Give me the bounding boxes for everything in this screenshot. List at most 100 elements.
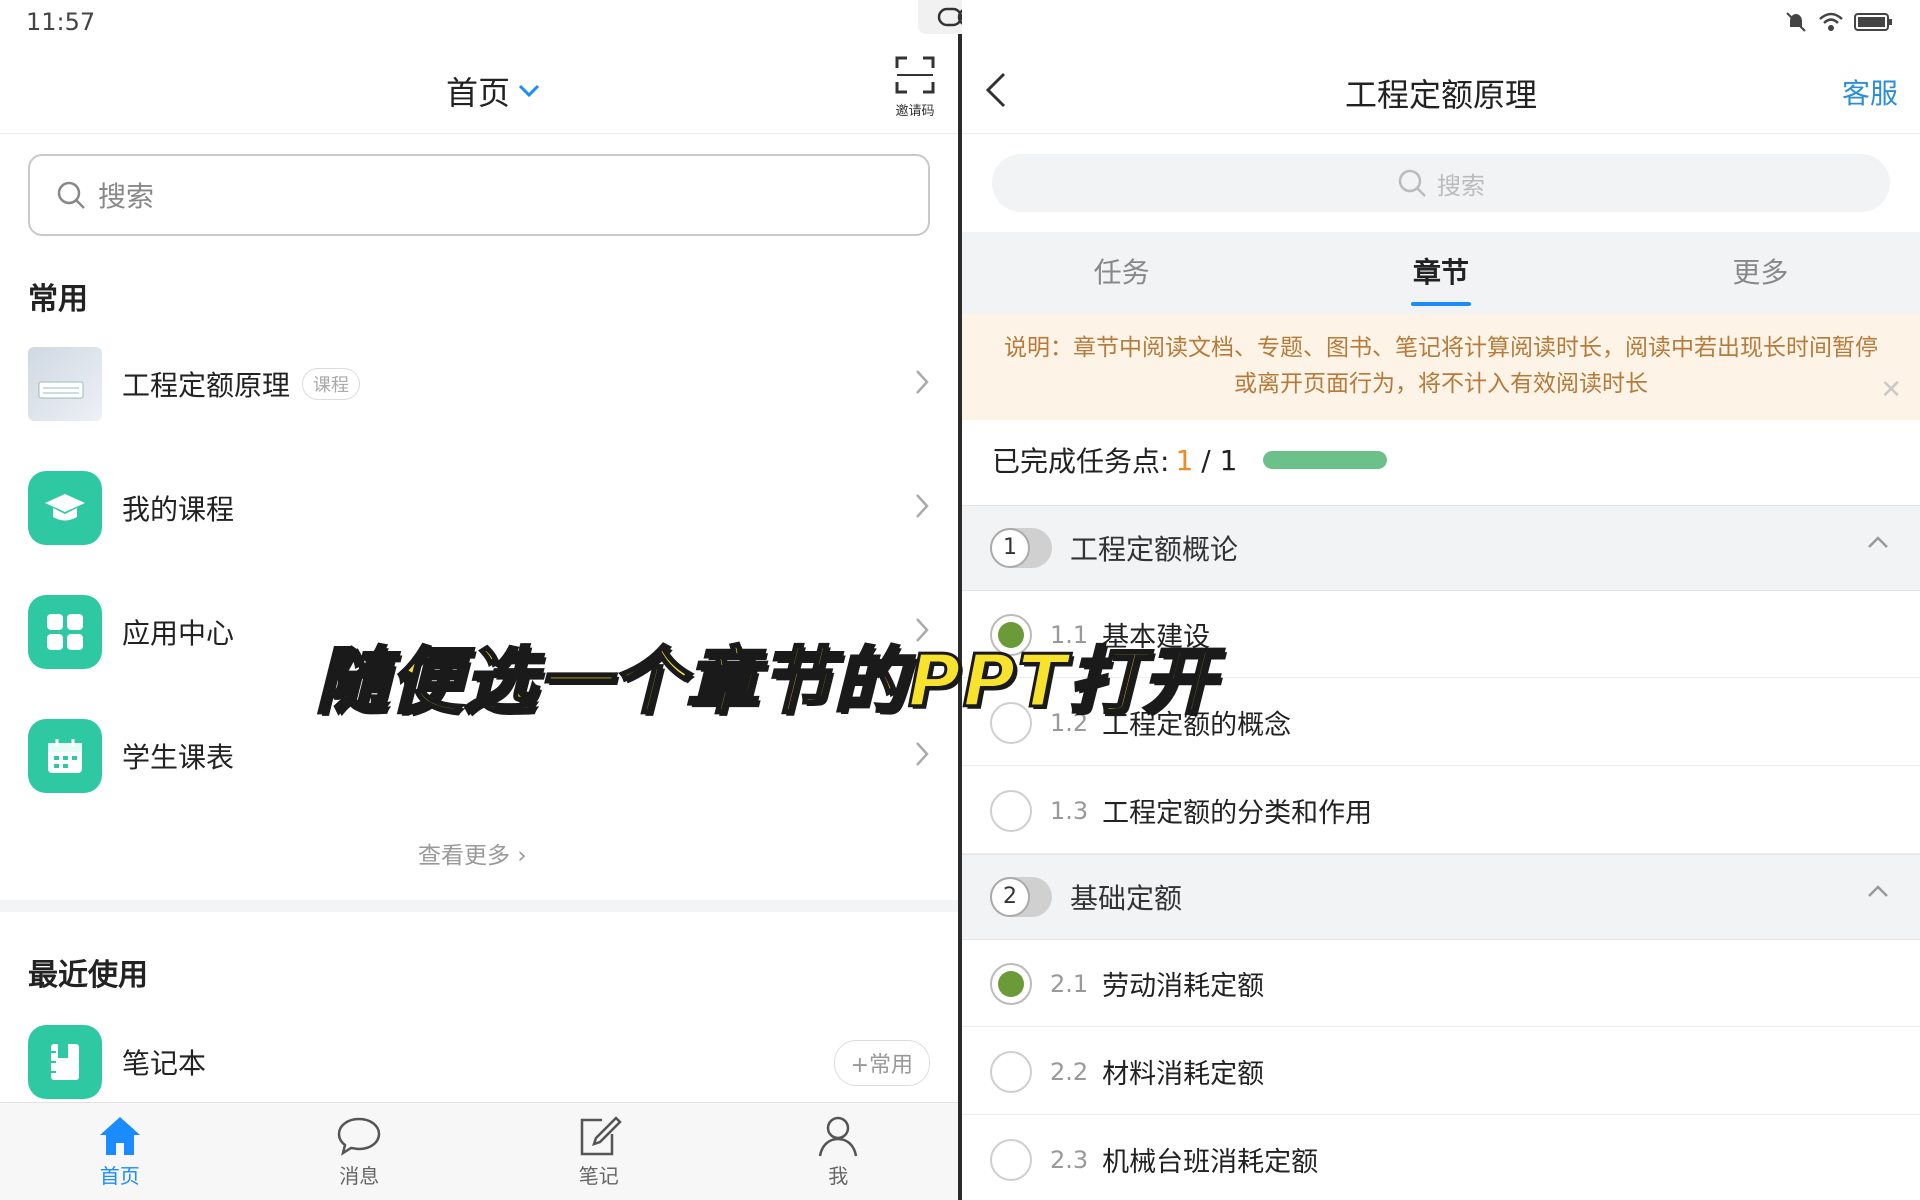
common-item-timetable[interactable]: 学生课表 <box>28 716 930 796</box>
progress-total: / 1 <box>1201 443 1238 477</box>
common-item-course[interactable]: 工程定额原理 课程 <box>28 344 930 424</box>
section-item[interactable]: 2.2 材料消耗定额 <box>962 1029 1920 1115</box>
search-placeholder: 搜索 <box>1437 171 1485 200</box>
task-progress: 已完成任务点: 1 / 1 <box>992 440 1388 480</box>
common-section-title: 常用 <box>28 282 88 317</box>
empty-dot-icon <box>990 789 1032 832</box>
overlay-caption: 随便选一个章节的PPT打开 <box>315 638 1217 725</box>
chevron-up-icon[interactable] <box>1866 534 1890 550</box>
tab-label: 首页 <box>99 1164 140 1188</box>
section-item[interactable]: 2.3 机械台班消耗定额 <box>962 1117 1920 1200</box>
section-item[interactable]: 1.3 工程定额的分类和作用 <box>962 768 1920 854</box>
search-input[interactable]: 搜索 <box>28 154 930 236</box>
chapter-header-1[interactable]: 1 工程定额概论 <box>962 505 1920 591</box>
course-thumbnail <box>28 347 102 421</box>
section-title: 劳动消耗定额 <box>1102 971 1265 1002</box>
tab-home[interactable]: 首页 <box>0 1103 240 1200</box>
invite-code-button[interactable]: 邀请码 <box>880 56 950 119</box>
completed-dot-icon <box>990 962 1032 1005</box>
section-title: 工程定额的分类和作用 <box>1102 798 1373 829</box>
invite-code-label: 邀请码 <box>895 104 935 119</box>
graduation-cap-icon <box>28 471 102 545</box>
tab-label: 笔记 <box>578 1164 619 1188</box>
course-tag: 课程 <box>302 368 361 400</box>
home-title-dropdown[interactable]: 首页 <box>446 68 540 114</box>
notebook-icon <box>28 1025 102 1099</box>
add-to-common-button[interactable]: +常用 <box>833 1040 930 1086</box>
common-item-label: 应用中心 <box>122 617 235 650</box>
tab-tasks[interactable]: 任务 <box>962 232 1281 314</box>
course-pane: 工程定额原理 客服 搜索 任务 章节 更多 说明：章节中阅读文档、专题、图书、笔… <box>962 0 1920 1200</box>
chevron-right-icon: › <box>517 843 527 869</box>
common-item-label: 学生课表 <box>122 741 235 774</box>
scan-icon <box>895 56 935 94</box>
tab-chapters[interactable]: 章节 <box>1281 232 1600 314</box>
course-title: 工程定额原理 <box>1344 76 1537 114</box>
chevron-up-icon[interactable] <box>1866 883 1890 899</box>
section-number: 2.1 <box>1050 969 1089 998</box>
chapter-number-badge: 2 <box>990 877 1052 917</box>
person-icon <box>819 1116 858 1157</box>
reading-notice: 说明：章节中阅读文档、专题、图书、笔记将计算阅读时长，阅读中若出现长时间暂停或离… <box>962 314 1920 420</box>
common-item-my-courses[interactable]: 我的课程 <box>28 468 930 548</box>
chat-bubble-icon <box>337 1117 381 1156</box>
tab-label: 我 <box>828 1164 849 1188</box>
chevron-right-icon <box>916 742 929 766</box>
split-screen: 11:57 首页 邀请码 搜索 常用 工程定额原理 课程 我的课程 应用中心 学… <box>0 0 1920 1200</box>
tab-messages[interactable]: 消息 <box>240 1103 480 1200</box>
home-title: 首页 <box>446 74 511 112</box>
segment-tabs: 任务 章节 更多 <box>962 232 1920 314</box>
chapter-number-badge: 1 <box>990 528 1052 568</box>
section-divider <box>0 900 958 912</box>
home-icon <box>99 1117 140 1155</box>
edit-note-icon <box>580 1116 622 1156</box>
recent-item-label: 笔记本 <box>122 1047 207 1080</box>
customer-service-button[interactable]: 客服 <box>1842 72 1898 112</box>
progress-bar-fill <box>1263 451 1388 469</box>
mute-bell-icon <box>1786 12 1806 32</box>
progress-done: 1 <box>1175 443 1194 477</box>
home-pane: 11:57 首页 邀请码 搜索 常用 工程定额原理 课程 我的课程 应用中心 学… <box>0 0 958 1200</box>
section-item[interactable]: 2.1 劳动消耗定额 <box>962 941 1920 1027</box>
close-icon[interactable]: ✕ <box>1880 372 1902 408</box>
chapter-title: 基础定额 <box>1070 882 1183 915</box>
recent-item-notebook[interactable]: 笔记本 +常用 <box>28 1022 930 1102</box>
home-header: 首页 邀请码 <box>0 50 958 134</box>
chapter-number: 1 <box>990 528 1030 568</box>
progress-bar <box>1263 451 1388 469</box>
progress-label: 已完成任务点: <box>992 445 1170 478</box>
chapter-number: 2 <box>990 877 1030 917</box>
bottom-tab-bar: 首页 消息 笔记 我 <box>0 1102 958 1200</box>
section-number: 2.3 <box>1050 1145 1089 1174</box>
common-item-label: 工程定额原理 <box>122 369 291 402</box>
chapter-title: 工程定额概论 <box>1070 533 1239 566</box>
tab-more[interactable]: 更多 <box>1601 232 1920 314</box>
common-item-label: 我的课程 <box>122 493 235 526</box>
battery-icon <box>1854 13 1892 31</box>
chevron-down-icon <box>518 84 540 98</box>
status-time: 11:57 <box>26 8 96 36</box>
see-more-label: 查看更多 <box>418 843 510 869</box>
course-header: 工程定额原理 客服 <box>962 50 1920 134</box>
empty-dot-icon <box>990 1138 1032 1181</box>
notice-text: 说明：章节中阅读文档、专题、图书、笔记将计算阅读时长，阅读中若出现长时间暂停或离… <box>1004 335 1878 397</box>
see-more-link[interactable]: 查看更多 › <box>418 836 527 870</box>
chapter-search-input[interactable]: 搜索 <box>992 154 1890 212</box>
empty-dot-icon <box>990 1050 1032 1093</box>
section-number: 2.2 <box>1050 1057 1089 1086</box>
calendar-icon <box>28 719 102 793</box>
chevron-right-icon <box>916 370 929 394</box>
tab-label: 消息 <box>339 1164 380 1188</box>
section-title: 材料消耗定额 <box>1102 1059 1265 1090</box>
search-placeholder: 搜索 <box>98 180 155 213</box>
search-icon <box>57 181 85 209</box>
tab-notes[interactable]: 笔记 <box>479 1103 719 1200</box>
search-icon <box>1398 169 1426 197</box>
grid-apps-icon <box>28 595 102 669</box>
recent-section-title: 最近使用 <box>28 958 148 993</box>
section-number: 1.3 <box>1050 796 1089 825</box>
status-icons <box>1784 10 1894 34</box>
tab-me[interactable]: 我 <box>719 1103 959 1200</box>
chapter-header-2[interactable]: 2 基础定额 <box>962 854 1920 940</box>
section-title: 机械台班消耗定额 <box>1102 1147 1319 1178</box>
